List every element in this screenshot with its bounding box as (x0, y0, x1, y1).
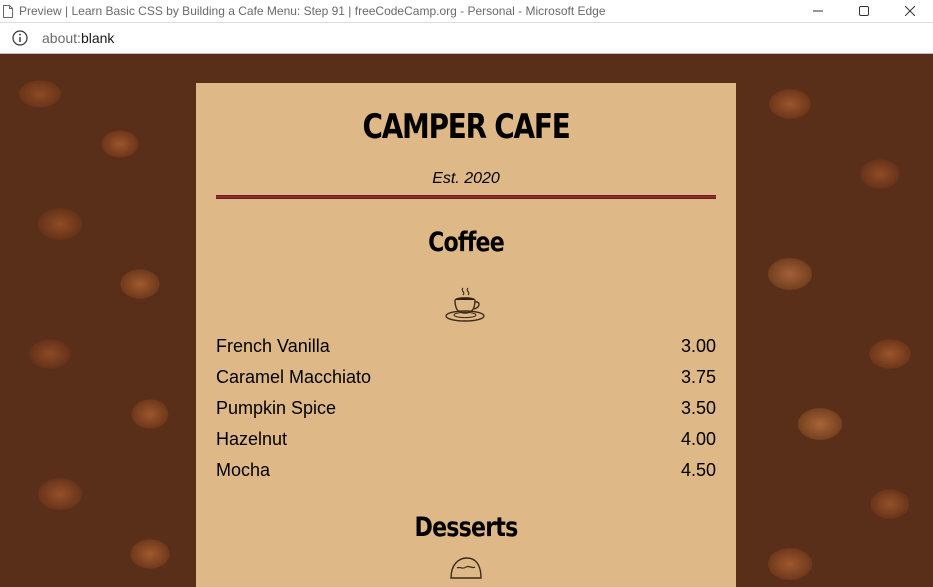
maximize-icon (859, 6, 869, 16)
item-price: 3.75 (680, 367, 716, 387)
minimize-button[interactable] (795, 0, 841, 22)
window-title: Preview | Learn Basic CSS by Building a … (19, 4, 606, 18)
menu-item: Mocha 4.50 (216, 455, 716, 486)
close-button[interactable] (887, 0, 933, 22)
url-field[interactable]: about: blank (42, 30, 114, 46)
maximize-button[interactable] (841, 0, 887, 22)
item-price: 4.00 (680, 429, 716, 449)
menu-item: Hazelnut 4.00 (216, 424, 716, 455)
divider (216, 195, 716, 199)
close-icon (905, 6, 915, 16)
minimize-icon (813, 10, 823, 12)
item-name: Pumpkin Spice (216, 398, 337, 418)
established-text: Est. 2020 (432, 170, 500, 187)
url-scheme: about: (42, 30, 81, 46)
info-icon[interactable] (12, 30, 28, 46)
url-path: blank (80, 30, 115, 46)
menu-item: French Vanilla 3.00 (216, 331, 716, 362)
item-price: 4.50 (680, 460, 716, 480)
document-icon (3, 4, 13, 18)
desserts-section-title: Desserts (414, 512, 519, 543)
menu-card: CAMPER CAFE Est. 2020 Coffee French Vani… (196, 83, 736, 587)
item-name: French Vanilla (216, 336, 330, 356)
item-price: 3.50 (680, 398, 716, 418)
pie-icon (450, 557, 482, 579)
item-name: Mocha (216, 460, 271, 480)
page-viewport: CAMPER CAFE Est. 2020 Coffee French Vani… (0, 54, 933, 587)
window-title-bar: Preview | Learn Basic CSS by Building a … (0, 0, 933, 22)
item-name: Hazelnut (216, 429, 288, 449)
coffee-cup-icon (445, 287, 485, 322)
item-price: 3.00 (680, 336, 716, 356)
menu-item: Pumpkin Spice 3.50 (216, 393, 716, 424)
coffee-items: French Vanilla 3.00 Caramel Macchiato 3.… (216, 331, 716, 486)
window-controls (795, 0, 933, 22)
item-name: Caramel Macchiato (216, 367, 372, 387)
coffee-section-title: Coffee (428, 227, 505, 258)
cafe-name: CAMPER CAFE (362, 107, 570, 147)
menu-item: Caramel Macchiato 3.75 (216, 362, 716, 393)
address-bar[interactable]: about: blank (0, 22, 933, 54)
